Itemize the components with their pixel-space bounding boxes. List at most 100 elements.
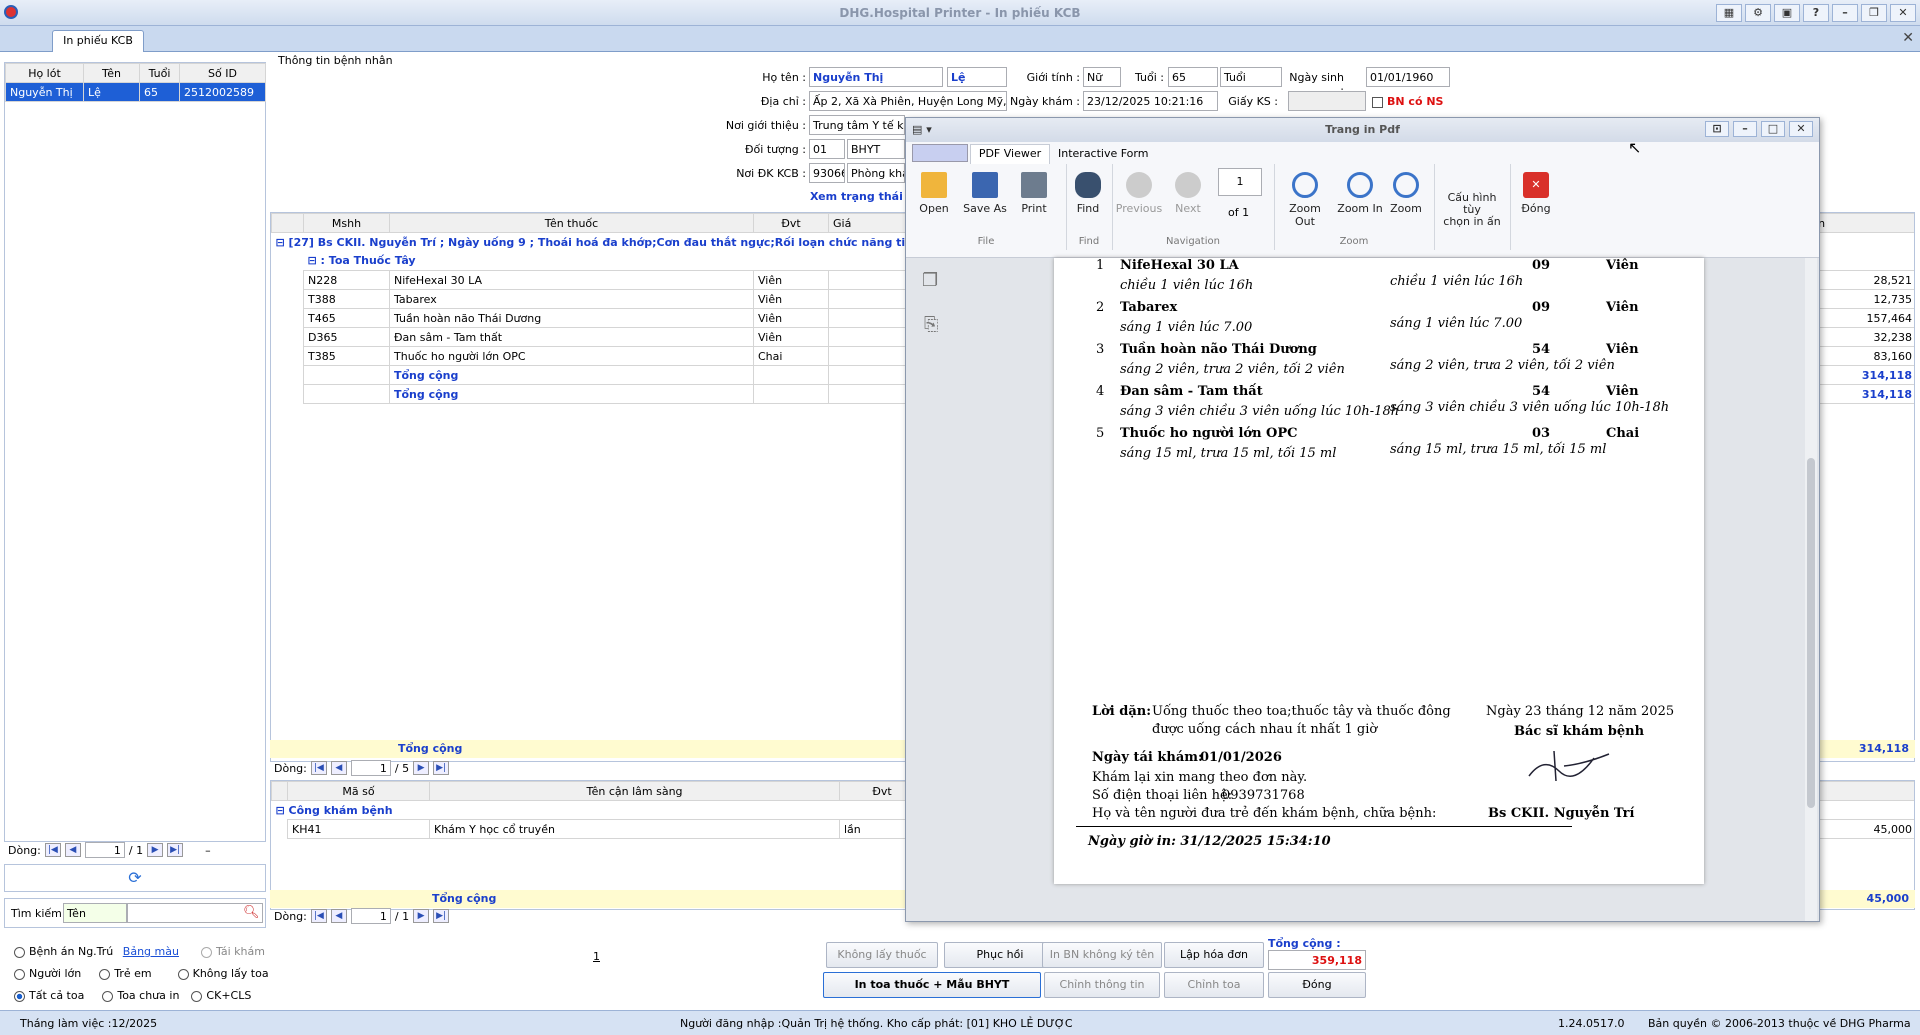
holot-field[interactable]: Nguyễn Thị [809, 67, 943, 87]
patient-row[interactable]: Nguyễn Thị Lệ 65 2512002589 [5, 82, 266, 102]
dong-button[interactable]: Đóng [1268, 972, 1366, 998]
col-holot[interactable]: Họ lót [5, 63, 84, 83]
tuoi-unit[interactable]: Tuổi [1220, 67, 1282, 87]
collapse-icon[interactable]: – [205, 844, 211, 857]
first-page-button[interactable]: |◀ [44, 843, 61, 857]
patient-list-panel: Họ lót Tên Tuổi Số ID Nguyễn Thị Lệ 65 2… [4, 62, 266, 842]
col-tencls[interactable]: Tên cận lâm sàng [429, 781, 840, 801]
pdf-close-button[interactable]: ✕ [1789, 121, 1813, 137]
cau-hinh-button[interactable]: Cấu hình tùy chọn in ấn [1438, 192, 1506, 228]
print-button[interactable]: Print [1014, 172, 1054, 215]
col-ten[interactable]: Tên [83, 63, 140, 83]
zoom-button[interactable]: Zoom [1388, 172, 1424, 215]
save-as-button[interactable]: Save As [960, 172, 1010, 215]
cell[interactable]: 2512002589 [179, 82, 266, 102]
ten-field[interactable]: Lệ [947, 67, 1007, 87]
pdf-minimize-button[interactable]: – [1733, 121, 1757, 137]
noidk-code[interactable]: 93066 [809, 163, 845, 183]
scroll-thumb[interactable] [1807, 458, 1815, 808]
tab-in-phieu-kcb[interactable]: In phiếu KCB [52, 30, 144, 52]
drug-nav-bar: Dòng: |◀ ◀ 1 / 5 ▶ ▶| [274, 760, 450, 776]
restore-button[interactable]: ❐ [1861, 4, 1887, 22]
ngaykham-field[interactable]: 23/12/2025 10:21:16 [1083, 91, 1218, 111]
refresh-icon[interactable]: ⟳ [4, 864, 266, 892]
cell[interactable]: Lệ [83, 82, 140, 102]
col-dvt[interactable]: Đvt [753, 213, 829, 233]
last-page-button[interactable]: ▶| [433, 909, 450, 923]
toolbar-icon-1[interactable]: ▦ [1716, 4, 1742, 22]
radio-treem[interactable]: Trẻ em [99, 967, 152, 980]
first-page-button[interactable]: |◀ [310, 761, 327, 775]
col-mshh[interactable]: Mshh [303, 213, 390, 233]
col-tuoi[interactable]: Tuổi [139, 63, 180, 83]
giayks-field[interactable] [1288, 91, 1366, 111]
diachi-field[interactable]: Ấp 2, Xã Xà Phiên, Huyện Long Mỹ, Tỉnh [809, 91, 1007, 111]
next-button[interactable]: Next [1168, 172, 1208, 215]
last-page-button[interactable]: ▶| [433, 761, 450, 775]
cell[interactable]: 65 [139, 82, 180, 102]
radio-khonglaytoa[interactable]: Không lấy toa [177, 967, 269, 980]
last-page-button[interactable]: ▶| [167, 843, 184, 857]
next-page-button[interactable]: ▶ [413, 909, 430, 923]
layout-icon[interactable]: ▣ [1774, 4, 1800, 22]
in-toa-thuoc-button[interactable]: In toa thuốc + Mẫu BHYT [823, 972, 1041, 998]
search-field-select[interactable]: Tên [63, 903, 127, 923]
tab-pdf-viewer[interactable]: PDF Viewer [970, 144, 1050, 164]
noigioithieu-field[interactable]: Trung tâm Y tế khu [809, 115, 905, 135]
col-soid[interactable]: Số ID [179, 63, 266, 83]
pages-thumbnail-icon[interactable]: ❐ [922, 270, 938, 291]
prev-page-button[interactable]: ◀ [64, 843, 81, 857]
noidk-field[interactable]: Phòng khám [847, 163, 905, 183]
page-input[interactable]: 1 [350, 908, 391, 924]
radio-benhan[interactable]: Bệnh án Ng.Trú [14, 945, 113, 958]
minimize-button[interactable]: – [1832, 4, 1858, 22]
page-number-input[interactable]: 1 [1218, 168, 1262, 196]
xem-trang-thai-link[interactable]: Xem trạng thái t [810, 190, 912, 203]
close-tab-icon[interactable]: ✕ [1902, 30, 1914, 46]
tuoi-field[interactable]: 65 [1168, 67, 1218, 87]
previous-button[interactable]: Previous [1114, 172, 1164, 215]
find-button[interactable]: Find [1068, 172, 1108, 215]
radio-toachuain[interactable]: Toa chưa in [102, 989, 179, 1002]
ngaysinh-field[interactable]: 01/01/1960 [1366, 67, 1450, 87]
col-tenthuoc[interactable]: Tên thuốc [389, 213, 754, 233]
lap-hoa-don-button[interactable]: Lập hóa đơn [1164, 942, 1264, 968]
pdf-fit-button[interactable]: ⊡ [1705, 121, 1729, 137]
page-input[interactable]: 1 [350, 760, 391, 776]
help-icon[interactable]: ? [1803, 4, 1829, 22]
open-button[interactable]: Open [914, 172, 954, 215]
cell[interactable]: Nguyễn Thị [5, 82, 84, 102]
settings-icon[interactable]: ⚙ [1745, 4, 1771, 22]
first-page-button[interactable]: |◀ [310, 909, 327, 923]
phuc-hoi-button[interactable]: Phục hồi [944, 942, 1056, 968]
prev-page-button[interactable]: ◀ [330, 909, 347, 923]
dong-pdf-button[interactable]: ✕ Đóng [1516, 172, 1556, 215]
next-page-button[interactable]: ▶ [413, 761, 430, 775]
attachment-icon[interactable]: ⎘ [924, 314, 938, 335]
radio-ckcls[interactable]: CK+CLS [191, 989, 251, 1002]
radio-nguoilon[interactable]: Người lớn [14, 967, 81, 980]
bn-co-ns-checkbox[interactable]: BN có NS [1372, 95, 1443, 108]
zoom-out-button[interactable]: Zoom Out [1278, 172, 1332, 228]
pdf-maximize-button[interactable]: □ [1761, 121, 1785, 137]
pdf-scrollbar[interactable] [1805, 258, 1817, 921]
col-maso[interactable]: Mã số [287, 781, 430, 801]
next-page-button[interactable]: ▶ [147, 843, 164, 857]
radio-tatcatoa[interactable]: Tất cả toa [14, 989, 84, 1002]
page-input[interactable]: 1 [84, 842, 125, 858]
ribbon-menu-button[interactable] [912, 144, 968, 162]
pdf-document-area[interactable]: ❐ ⎘ 1 NifeHexal 30 LA chiều 1 viên lúc 16h… [906, 258, 1819, 921]
search-icon[interactable]: 🔍︎ [243, 905, 260, 920]
tab-interactive-form[interactable]: Interactive Form [1058, 147, 1148, 160]
in-bn-khong-ky-ten-button[interactable]: In BN không ký tên [1042, 942, 1162, 968]
chinh-toa-button[interactable]: Chỉnh toa [1164, 972, 1264, 998]
doituong-field[interactable]: BHYT [847, 139, 905, 159]
doituong-code[interactable]: 01 [809, 139, 845, 159]
chinh-thong-tin-button[interactable]: Chỉnh thông tin [1044, 972, 1160, 998]
gioitinh-field[interactable]: Nữ [1083, 67, 1121, 87]
close-button[interactable]: ✕ [1890, 4, 1916, 22]
zoom-in-button[interactable]: Zoom In [1336, 172, 1384, 215]
bang-mau-link[interactable]: Bảng màu [123, 945, 179, 958]
khong-lay-thuoc-button[interactable]: Không lấy thuốc [826, 942, 938, 968]
prev-page-button[interactable]: ◀ [330, 761, 347, 775]
